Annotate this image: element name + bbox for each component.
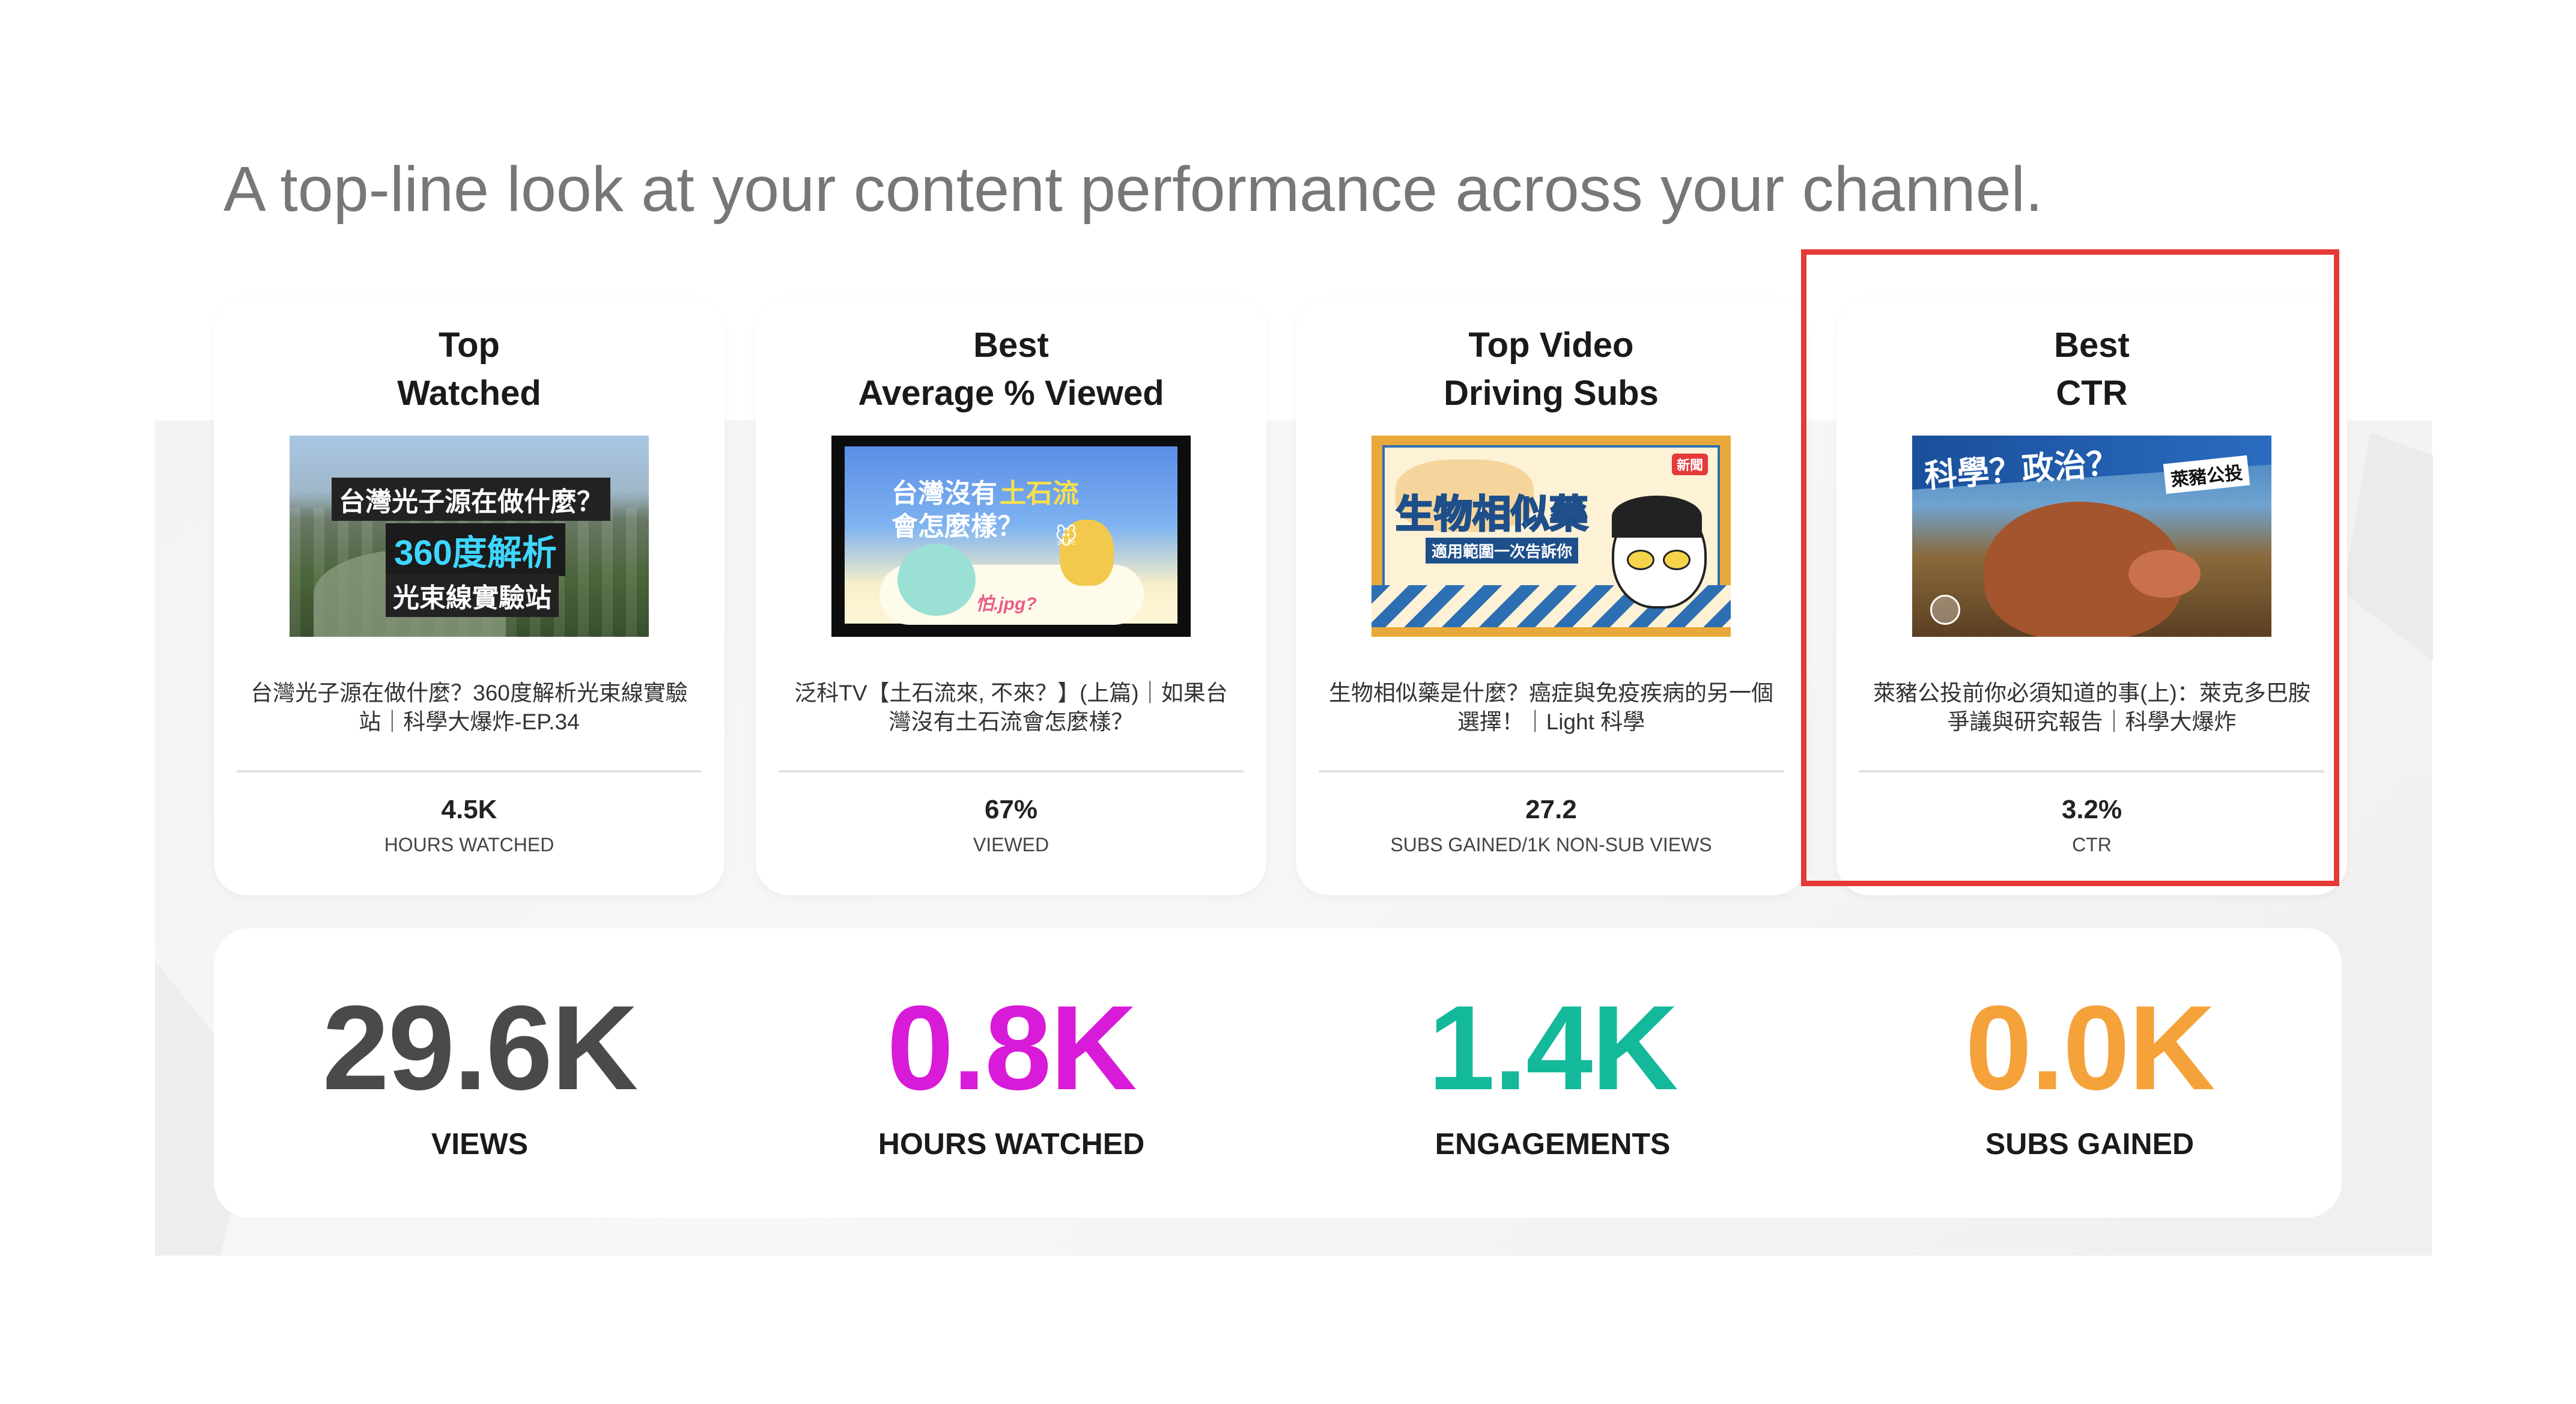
metric-label: SUBS GAINED/1K NON-SUB VIEWS bbox=[1390, 834, 1712, 855]
divider bbox=[237, 770, 702, 773]
card-title: Best Average % Viewed bbox=[858, 326, 1164, 413]
video-thumbnail[interactable]: 🐭 台灣沒有 土石流 會怎麼樣？ 怕.jpg? bbox=[831, 436, 1191, 637]
stat-value: 0.8K bbox=[887, 981, 1137, 1115]
video-thumbnail[interactable]: 台灣光子源在做什麼？ 360度解析 光束線實驗站 bbox=[290, 436, 649, 637]
metric-value: 67% bbox=[984, 795, 1038, 824]
highlight-box bbox=[1801, 249, 2339, 886]
character-icon: 🐭 bbox=[1055, 524, 1078, 549]
metric-label: VIEWED bbox=[973, 834, 1050, 855]
page-headline: A top-line look at your content performa… bbox=[223, 154, 2043, 225]
card-best-average-viewed[interactable]: Best Average % Viewed 🐭 台灣沒有 土石流 會怎麼樣？ 怕… bbox=[756, 297, 1266, 895]
metric-label: HOURS WATCHED bbox=[384, 834, 554, 855]
stat-value: 29.6K bbox=[322, 981, 639, 1115]
stat-views: 29.6K VIEWS bbox=[214, 928, 746, 1218]
card-top-watched[interactable]: Top Watched 台灣光子源在做什麼？ 360度解析 光束線實驗站 台灣光… bbox=[214, 297, 724, 895]
stat-value: 0.0K bbox=[1965, 981, 2215, 1115]
divider bbox=[1319, 770, 1784, 773]
video-title[interactable]: 台灣光子源在做什麼？360度解析光束線實驗站｜科學大爆炸-EP.34 bbox=[244, 679, 694, 737]
stat-label: HOURS WATCHED bbox=[878, 1127, 1145, 1161]
stat-label: ENGAGEMENTS bbox=[1435, 1127, 1671, 1161]
stat-engagements: 1.4K ENGAGEMENTS bbox=[1287, 928, 1818, 1218]
stat-hours-watched: 0.8K HOURS WATCHED bbox=[746, 928, 1277, 1218]
stat-label: VIEWS bbox=[431, 1127, 529, 1161]
stat-label: SUBS GAINED bbox=[1985, 1127, 2195, 1161]
metric-value: 4.5K bbox=[441, 795, 497, 824]
card-title: Top Video Driving Subs bbox=[1444, 326, 1659, 413]
video-title[interactable]: 生物相似藥是什麼？癌症與免疫疾病的另一個選擇！｜Light 科學 bbox=[1326, 679, 1776, 737]
stat-subs-gained: 0.0K SUBS GAINED bbox=[1824, 928, 2356, 1218]
stats-summary: 29.6K VIEWS 0.8K HOURS WATCHED 1.4K ENGA… bbox=[214, 928, 2342, 1218]
card-title: Top Watched bbox=[397, 326, 541, 413]
metric-value: 27.2 bbox=[1525, 795, 1577, 824]
video-thumbnail[interactable]: 生物相似藥 適用範圍一次告訴你 新聞 bbox=[1372, 436, 1731, 637]
stat-value: 1.4K bbox=[1428, 981, 1678, 1115]
card-top-video-driving-subs[interactable]: Top Video Driving Subs 生物相似藥 適用範圍一次告訴你 新… bbox=[1296, 297, 1806, 895]
divider bbox=[779, 770, 1244, 773]
video-title[interactable]: 泛科TV【土石流來, 不來？】(上篇)｜如果台灣沒有土石流會怎麼樣？ bbox=[786, 679, 1236, 737]
